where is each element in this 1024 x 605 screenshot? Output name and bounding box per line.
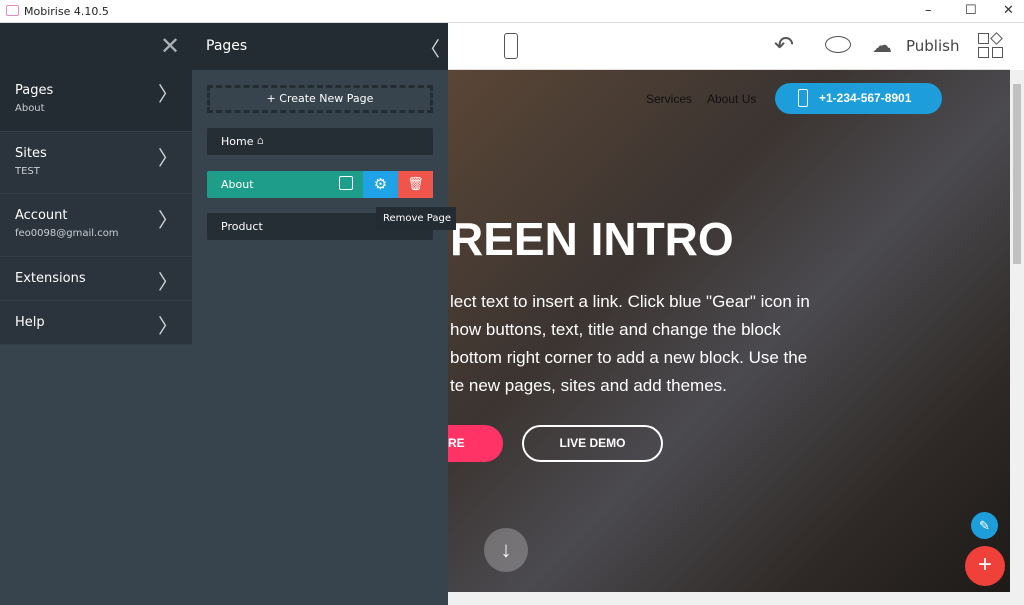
sidebar-item-account[interactable]: Account feo0098@gmail.com 〉 <box>0 194 192 257</box>
chevron-right-icon: 〉 <box>158 270 178 294</box>
pages-panel-header: Pages 〈 <box>192 23 448 70</box>
primary-button[interactable]: RE <box>448 425 503 462</box>
hero-text[interactable]: lect text to insert a link. Click blue "… <box>450 288 810 400</box>
sub-label: feo0098@gmail.com <box>15 228 119 239</box>
line: lect text to insert a link. Click blue "… <box>450 292 810 311</box>
page-item-home[interactable]: Home ⌂ <box>207 128 433 155</box>
label: Help <box>15 315 45 330</box>
main-sidebar: ✕ Pages About 〉 Sites TEST 〉 Account feo0098@… <box>0 23 192 605</box>
hero-heading[interactable]: REEN INTRO <box>450 212 734 266</box>
phone-button[interactable]: +1-234-567-8901 <box>775 83 942 114</box>
title-bar: Mobirise 4.10.5 – ☐ ✕ <box>0 0 1024 23</box>
scroll-down-arrow-icon[interactable]: ↓ <box>484 528 528 572</box>
sidebar-item-pages[interactable]: Pages About 〉 <box>0 70 192 132</box>
site-preview: Services About Us +1-234-567-8901 REEN I… <box>448 70 1010 592</box>
chevron-right-icon: 〉 <box>158 146 178 170</box>
chevron-right-icon: 〉 <box>158 82 178 106</box>
nav-link-services[interactable]: Services <box>646 92 692 106</box>
back-chevron-icon[interactable]: 〈 <box>420 33 440 62</box>
line: how buttons, text, title and change the … <box>450 320 781 339</box>
close-window-button[interactable]: ✕ <box>1003 3 1014 18</box>
label: Pages <box>15 83 54 98</box>
vertical-scrollbar[interactable] <box>1010 70 1024 592</box>
label: Sites <box>15 146 47 161</box>
line: te new pages, sites and add themes. <box>450 376 727 395</box>
label: Extensions <box>15 271 86 286</box>
preview-eye-icon[interactable] <box>825 36 851 53</box>
home-icon: ⌂ <box>257 134 264 147</box>
editor-toolbar: ↶ ☁ Publish <box>448 23 1010 70</box>
page-settings-gear-icon[interactable]: ⚙ <box>363 171 398 198</box>
sidebar-header: ✕ <box>0 23 192 70</box>
duplicate-page-icon[interactable] <box>339 176 353 190</box>
nav-link-about-us[interactable]: About Us <box>707 92 756 106</box>
add-block-plus-icon[interactable]: + <box>965 546 1005 586</box>
blocks-icon[interactable] <box>978 32 1004 59</box>
page-item-about[interactable]: About ⚙ 🗑 <box>207 171 433 198</box>
label: Account <box>15 208 68 223</box>
sidebar-item-help[interactable]: Help 〉 <box>0 301 192 345</box>
pages-panel-title: Pages <box>206 38 248 54</box>
pages-panel: Pages 〈 + Create New Page Home ⌂ About ⚙ … <box>192 23 456 605</box>
publish-cloud-icon[interactable]: ☁ <box>872 33 892 57</box>
maximize-button[interactable]: ☐ <box>965 3 977 18</box>
chevron-right-icon: 〉 <box>158 314 178 338</box>
minimize-button[interactable]: – <box>925 3 932 18</box>
remove-page-tooltip: Remove Page <box>376 207 456 230</box>
phone-icon <box>798 89 808 107</box>
undo-icon[interactable]: ↶ <box>774 31 794 59</box>
sub-label: About <box>15 103 45 114</box>
sub-label: TEST <box>15 166 40 177</box>
app-logo-icon <box>6 5 19 16</box>
live-demo-button[interactable]: LIVE DEMO <box>522 425 663 462</box>
publish-button[interactable]: Publish <box>906 37 959 55</box>
window-title: Mobirise 4.10.5 <box>24 5 109 18</box>
sidebar-item-sites[interactable]: Sites TEST 〉 <box>0 132 192 194</box>
horizontal-scrollbar[interactable] <box>448 592 1024 605</box>
page-name: Product <box>221 220 263 233</box>
page-name: About <box>221 178 254 191</box>
create-new-page-button[interactable]: + Create New Page <box>207 85 433 113</box>
page-name: Home <box>221 135 254 148</box>
close-sidebar-icon[interactable]: ✕ <box>160 32 180 60</box>
theme-brush-icon[interactable]: ✎ <box>971 512 998 539</box>
phone-number: +1-234-567-8901 <box>819 91 912 105</box>
chevron-right-icon: 〉 <box>158 208 178 232</box>
remove-page-trash-icon[interactable]: 🗑 <box>398 171 433 198</box>
sidebar-item-extensions[interactable]: Extensions 〉 <box>0 257 192 301</box>
mobile-view-icon[interactable] <box>504 33 518 59</box>
line: bottom right corner to add a new block. … <box>450 348 808 367</box>
